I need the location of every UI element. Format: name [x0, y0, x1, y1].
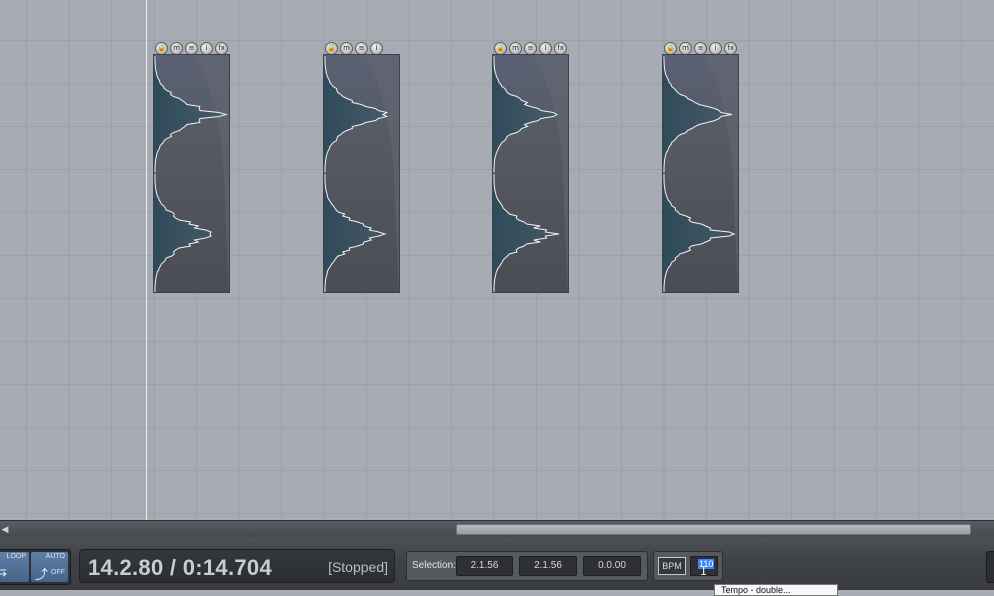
scrollbar-thumb[interactable]: [456, 524, 971, 535]
waveform-display: [323, 54, 400, 293]
loop-auto-group: LOOP ⇆ AUTO ⤴ OFF: [0, 549, 71, 585]
bpm-button[interactable]: BPM: [658, 557, 686, 575]
fade-curve: [364, 55, 399, 292]
waveform-svg: [154, 55, 229, 292]
right-panel-button[interactable]: [986, 551, 994, 583]
fade-curve: [703, 55, 738, 292]
loop-icon: ⇆: [0, 564, 7, 579]
waveform-fill: [324, 174, 385, 292]
media-item-1[interactable]: 🔒 m ≡ i fx: [153, 42, 230, 294]
loop-toggle-button[interactable]: LOOP ⇆: [0, 552, 29, 582]
fade-curve: [533, 55, 568, 292]
waveform-display: [492, 54, 569, 293]
waveform-svg: [663, 55, 738, 292]
transport-bar: LOOP ⇆ AUTO ⤴ OFF 14.2.80 / 0:14.704 [St…: [0, 537, 994, 590]
tempo-panel: BPM 110 I: [653, 551, 723, 581]
media-item-2[interactable]: 🔒 m ≡ i: [323, 42, 400, 294]
auto-toggle-button[interactable]: AUTO ⤴ OFF: [31, 552, 68, 582]
waveform-display: [662, 54, 739, 293]
selection-label: Selection:: [412, 560, 456, 571]
selection-length-field[interactable]: 0.0.00: [583, 556, 641, 576]
media-item-3[interactable]: 🔒 m ≡ i fx: [492, 42, 569, 294]
horizontal-scrollbar[interactable]: ◀: [0, 520, 994, 537]
waveform-fill: [663, 174, 735, 292]
time-position: 14.2.80 / 0:14.704: [88, 555, 272, 580]
waveform-svg: [324, 55, 399, 292]
selection-start-field[interactable]: 2.1.56: [456, 556, 513, 576]
waveform-fill: [154, 174, 212, 292]
media-item-4[interactable]: 🔒 m ≡ i fx: [662, 42, 739, 294]
arrange-view[interactable]: 🔒 m ≡ i fx 🔒 m ≡ i 🔒 m ≡ i fx 🔒 m ≡ i fx: [0, 0, 994, 520]
waveform-svg: [493, 55, 568, 292]
play-status: [Stopped]: [328, 559, 388, 575]
playhead-cursor[interactable]: [146, 0, 147, 520]
auto-state: OFF: [51, 569, 65, 576]
text-cursor-icon: I: [700, 564, 708, 578]
waveform-fill: [493, 174, 560, 292]
selection-end-field[interactable]: 2.1.56: [519, 556, 577, 576]
automation-icon: ⤴: [35, 567, 49, 582]
scroll-left-arrow-icon[interactable]: ◀: [0, 523, 10, 535]
selection-panel: Selection: 2.1.56 2.1.56 0.0.00: [406, 551, 648, 581]
waveform-display: [153, 54, 230, 293]
auto-label: AUTO: [45, 553, 65, 560]
loop-label: LOOP: [6, 553, 26, 560]
fade-curve: [194, 55, 229, 292]
time-display[interactable]: 14.2.80 / 0:14.704 [Stopped]: [79, 549, 395, 583]
tooltip: Tempo - double...: [714, 584, 838, 596]
